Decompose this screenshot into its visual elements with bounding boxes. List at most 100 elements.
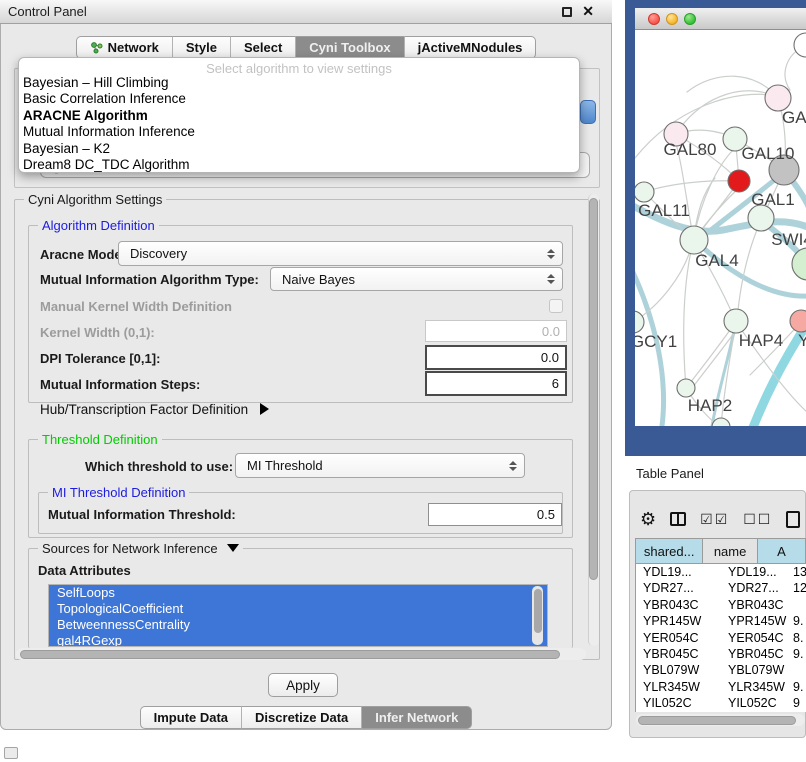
column-header[interactable]: A: [758, 538, 806, 564]
network-node[interactable]: [794, 33, 806, 57]
table-cell: YLR345W: [636, 679, 721, 695]
table-cell: 8.: [789, 630, 806, 646]
settings-horizontal-scroll-thumb[interactable]: [20, 650, 560, 659]
tab-network[interactable]: Network: [76, 36, 172, 59]
combo-spinner-highlight[interactable]: [580, 100, 596, 124]
expand-arrow-icon: [260, 403, 269, 415]
close-icon[interactable]: ✕: [582, 3, 594, 20]
network-edge[interactable]: [676, 91, 778, 134]
tab-style[interactable]: Style: [172, 36, 230, 59]
table-cell: YER054C: [636, 630, 721, 646]
table-cell: YDR27...: [636, 580, 721, 596]
settings-vertical-scroll-thumb[interactable]: [589, 198, 598, 580]
table-row[interactable]: YIL052CYIL052C9: [636, 695, 806, 711]
checked-checkboxes-icon[interactable]: ☑☑: [700, 511, 729, 528]
tab-label: Style: [186, 37, 217, 59]
tab-select[interactable]: Select: [230, 36, 295, 59]
dpi-tolerance-field[interactable]: 0.0: [425, 345, 567, 370]
manual-kernel-checkbox[interactable]: [549, 299, 563, 313]
network-edge[interactable]: [635, 248, 691, 322]
bottom-tab-infer-network[interactable]: Infer Network: [361, 706, 472, 729]
table-row[interactable]: YBR045CYBR045C9.: [636, 646, 806, 662]
network-node[interactable]: [635, 311, 644, 333]
tab-jactivemnodules[interactable]: jActiveMNodules: [404, 36, 537, 59]
combo-arrows-icon: [546, 268, 556, 290]
attribute-list-scroll-thumb[interactable]: [534, 589, 542, 633]
column-header[interactable]: shared...: [635, 538, 703, 564]
network-edge[interactable]: [737, 220, 761, 320]
network-node[interactable]: [677, 379, 695, 397]
algorithm-option[interactable]: Mutual Information Inference: [19, 124, 579, 140]
network-edge[interactable]: [694, 149, 734, 237]
bottom-tab-impute-data[interactable]: Impute Data: [140, 706, 241, 729]
document-icon[interactable]: [786, 511, 800, 528]
table-cell: 9.: [789, 679, 806, 695]
bottom-tab-label: Impute Data: [154, 707, 228, 729]
tab-label: jActiveMNodules: [418, 37, 523, 59]
columns-icon[interactable]: [670, 512, 686, 526]
mi-steps-field[interactable]: 6: [425, 371, 567, 396]
network-node-label: Y: [798, 331, 806, 350]
network-icon: [90, 41, 103, 54]
which-threshold-value: MI Threshold: [247, 458, 323, 473]
network-window-titlebar[interactable]: [635, 8, 806, 30]
control-panel-tabbar: Network Style SelectCyni Toolbox jActiveMNo…: [0, 36, 612, 59]
table-row[interactable]: YDL19...YDL19...13: [636, 564, 806, 580]
close-traffic-light-icon[interactable]: [648, 13, 660, 25]
network-node-label: GAL80: [664, 140, 717, 159]
table-horizontal-scroll-thumb[interactable]: [638, 716, 796, 725]
network-node[interactable]: [635, 182, 654, 202]
attribute-list-item[interactable]: gal4RGexp: [49, 633, 547, 647]
zoom-traffic-light-icon[interactable]: [684, 13, 696, 25]
network-node[interactable]: [680, 226, 708, 254]
cyni-bottom-tabbar: Impute Data Discretize DataInfer Network: [0, 706, 612, 729]
float-window-icon[interactable]: [562, 7, 572, 17]
table-cell: YER054C: [721, 630, 789, 646]
which-threshold-label: Which threshold to use:: [85, 459, 233, 474]
table-row[interactable]: YBL079WYBL079W: [636, 662, 806, 678]
algorithm-option[interactable]: Basic Correlation Inference: [19, 91, 579, 107]
algorithm-option[interactable]: Bayesian – Hill Climbing: [19, 75, 579, 91]
bottom-tab-discretize-data[interactable]: Discretize Data: [241, 706, 361, 729]
algorithm-option[interactable]: Bayesian – K2: [19, 141, 579, 157]
table-row[interactable]: YDR27...YDR27...12: [636, 580, 806, 596]
network-edge[interactable]: [690, 326, 739, 391]
tab-cyni-toolbox[interactable]: Cyni Toolbox: [295, 36, 403, 59]
aracne-mode-label: Aracne Mode:: [40, 247, 126, 262]
aracne-mode-combobox[interactable]: Discovery: [118, 241, 563, 266]
sources-group-label[interactable]: Sources for Network Inference: [38, 541, 243, 556]
table-row[interactable]: YPR145WYPR145W9.: [636, 613, 806, 629]
apply-button[interactable]: Apply: [268, 673, 338, 697]
algorithm-option[interactable]: ARACNE Algorithm: [19, 108, 579, 124]
network-node[interactable]: [724, 309, 748, 333]
attribute-list-item[interactable]: SelfLoops: [49, 585, 547, 601]
table-row[interactable]: YLR345WYLR345W9.: [636, 679, 806, 695]
table-cell: YPR145W: [721, 613, 789, 629]
gear-icon[interactable]: ⚙: [640, 509, 656, 530]
column-header[interactable]: name: [703, 538, 758, 564]
attribute-list-item[interactable]: TopologicalCoefficient: [49, 601, 547, 617]
mi-type-value: Naive Bayes: [282, 272, 355, 287]
control-panel-title: Control Panel: [8, 4, 87, 19]
table-cell: YPR145W: [636, 613, 721, 629]
table-cell: [789, 662, 806, 678]
kernel-width-field[interactable]: 0.0: [425, 320, 567, 342]
collapsed-panel-icon[interactable]: [4, 747, 18, 759]
mi-algorithm-type-combobox[interactable]: Naive Bayes: [270, 267, 563, 291]
network-canvas[interactable]: GALGAL80GAL10GAL1GAL11SWI4GAL4GCY1HAP4YH…: [635, 30, 806, 426]
unchecked-checkboxes-icon[interactable]: ☐☐: [743, 511, 772, 528]
network-node[interactable]: [790, 310, 806, 332]
which-threshold-combobox[interactable]: MI Threshold: [235, 453, 525, 478]
hub-section-toggle[interactable]: Hub/Transcription Factor Definition: [40, 402, 269, 417]
network-node[interactable]: [792, 248, 806, 280]
mi-threshold-label: Mutual Information Threshold:: [48, 507, 236, 522]
mi-threshold-field[interactable]: 0.5: [428, 503, 562, 526]
attribute-list-item[interactable]: BetweennessCentrality: [49, 617, 547, 633]
minimize-traffic-light-icon[interactable]: [666, 13, 678, 25]
threshold-definition-label: Threshold Definition: [38, 432, 162, 447]
table-row[interactable]: YER054CYER054C8.: [636, 630, 806, 646]
table-row[interactable]: YBR043CYBR043C: [636, 597, 806, 613]
network-edge[interactable]: [644, 181, 737, 192]
network-node[interactable]: [728, 170, 750, 192]
algorithm-option[interactable]: Dream8 DC_TDC Algorithm: [19, 157, 579, 173]
